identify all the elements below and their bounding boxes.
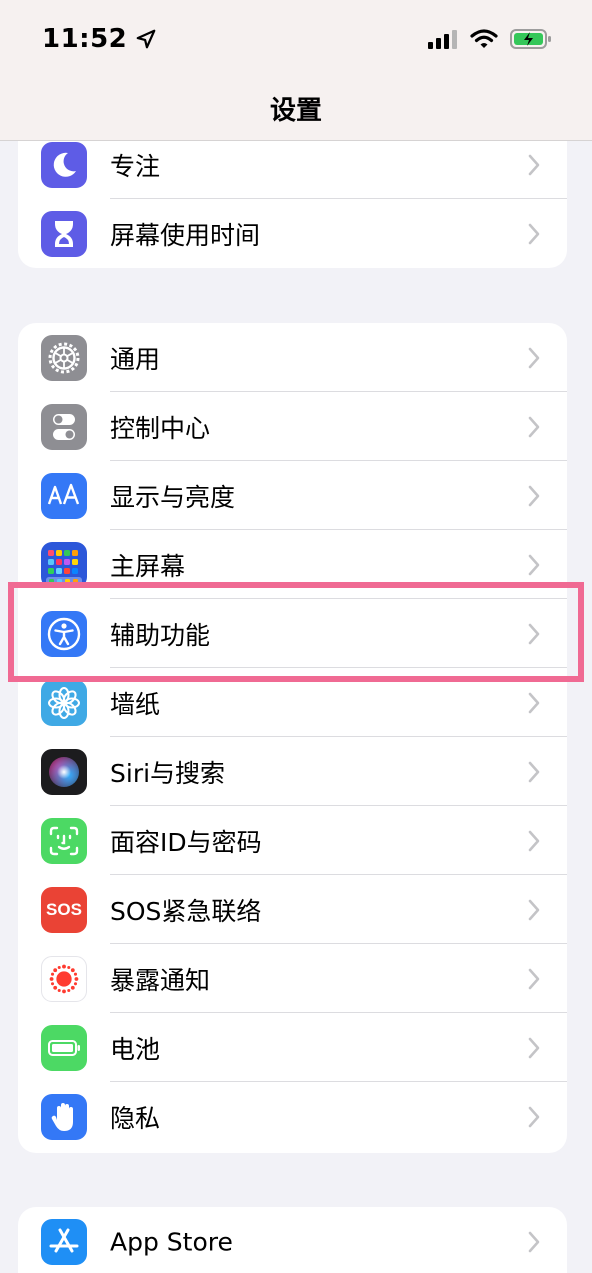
settings-group-main: 通用 控制中心 显示与亮度 主屏幕 辅助功能 墙纸 Siri与搜索 面容ID与密… bbox=[18, 323, 567, 1153]
settings-row-display-brightness[interactable]: 显示与亮度 bbox=[18, 461, 567, 530]
settings-row-emergency-sos[interactable]: SOS SOS紧急联络 bbox=[18, 875, 567, 944]
settings-group-focus: 专注 屏幕使用时间 bbox=[18, 131, 567, 268]
battery-charging-icon bbox=[510, 29, 551, 49]
settings-row-battery[interactable]: 电池 bbox=[18, 1013, 567, 1082]
row-label: 显示与亮度 bbox=[110, 482, 236, 512]
hand-icon bbox=[41, 1093, 87, 1140]
accessibility-icon bbox=[41, 610, 87, 657]
row-label: 通用 bbox=[110, 344, 161, 374]
chevron-right-icon bbox=[528, 1106, 540, 1127]
settings-row-focus[interactable]: 专注 bbox=[18, 131, 567, 199]
navigation-header: 11:52 设置 bbox=[0, 0, 592, 141]
hourglass-icon bbox=[41, 210, 87, 257]
chevron-right-icon bbox=[528, 154, 540, 176]
chevron-right-icon bbox=[528, 554, 540, 575]
battery-icon bbox=[41, 1024, 87, 1071]
chevron-right-icon bbox=[528, 416, 540, 437]
cellular-signal-icon bbox=[428, 30, 457, 49]
row-label: SOS紧急联络 bbox=[110, 896, 262, 926]
row-label: 控制中心 bbox=[110, 413, 211, 443]
chevron-right-icon bbox=[528, 623, 540, 644]
sos-icon: SOS bbox=[41, 886, 87, 933]
chevron-right-icon bbox=[528, 692, 540, 713]
row-label: 墙纸 bbox=[110, 689, 161, 719]
toggles-icon bbox=[41, 403, 87, 450]
flower-icon bbox=[41, 679, 87, 726]
settings-row-app-store[interactable]: App Store bbox=[18, 1207, 567, 1273]
location-arrow-icon bbox=[136, 29, 156, 49]
settings-row-wallpaper[interactable]: 墙纸 bbox=[18, 668, 567, 737]
page-title: 设置 bbox=[269, 96, 322, 126]
chevron-right-icon bbox=[528, 899, 540, 920]
app-store-icon bbox=[41, 1219, 87, 1265]
chevron-right-icon bbox=[528, 1231, 540, 1253]
settings-row-accessibility[interactable]: 辅助功能 bbox=[18, 599, 567, 668]
gear-icon bbox=[41, 334, 87, 381]
status-time: 11:52 bbox=[42, 24, 157, 54]
settings-row-general[interactable]: 通用 bbox=[18, 323, 567, 392]
row-label: App Store bbox=[110, 1227, 233, 1257]
chevron-right-icon bbox=[528, 223, 540, 244]
settings-row-screen-time[interactable]: 屏幕使用时间 bbox=[18, 199, 567, 268]
row-label: 暴露通知 bbox=[110, 965, 211, 995]
siri-icon bbox=[41, 748, 87, 795]
settings-row-exposure-notifications[interactable]: 暴露通知 bbox=[18, 944, 567, 1013]
status-icons bbox=[428, 28, 552, 50]
face-id-icon bbox=[41, 817, 87, 864]
row-label: 屏幕使用时间 bbox=[110, 220, 261, 250]
chevron-right-icon bbox=[528, 1037, 540, 1058]
settings-row-home-screen[interactable]: 主屏幕 bbox=[18, 530, 567, 599]
settings-group-store: App Store bbox=[18, 1207, 567, 1273]
chevron-right-icon bbox=[528, 968, 540, 989]
sos-icon-text: SOS bbox=[46, 899, 82, 919]
home-screen-grid-icon bbox=[41, 541, 87, 588]
row-label: 主屏幕 bbox=[110, 551, 186, 581]
exposure-notification-icon bbox=[41, 955, 87, 1002]
moon-icon bbox=[41, 142, 87, 188]
clock-text: 11:52 bbox=[42, 24, 128, 54]
row-label: Siri与搜索 bbox=[110, 758, 226, 788]
chevron-right-icon bbox=[528, 347, 540, 368]
chevron-right-icon bbox=[528, 485, 540, 506]
settings-row-control-center[interactable]: 控制中心 bbox=[18, 392, 567, 461]
settings-row-privacy[interactable]: 隐私 bbox=[18, 1082, 567, 1151]
wifi-icon bbox=[470, 29, 498, 48]
settings-row-siri-search[interactable]: Siri与搜索 bbox=[18, 737, 567, 806]
row-label: 隐私 bbox=[110, 1103, 161, 1133]
chevron-right-icon bbox=[528, 761, 540, 782]
settings-row-face-id-passcode[interactable]: 面容ID与密码 bbox=[18, 806, 567, 875]
chevron-right-icon bbox=[528, 830, 540, 851]
row-label: 电池 bbox=[110, 1034, 161, 1064]
row-label: 专注 bbox=[110, 152, 161, 181]
text-size-icon bbox=[41, 472, 87, 519]
row-label: 辅助功能 bbox=[110, 620, 211, 650]
row-label: 面容ID与密码 bbox=[110, 827, 262, 857]
